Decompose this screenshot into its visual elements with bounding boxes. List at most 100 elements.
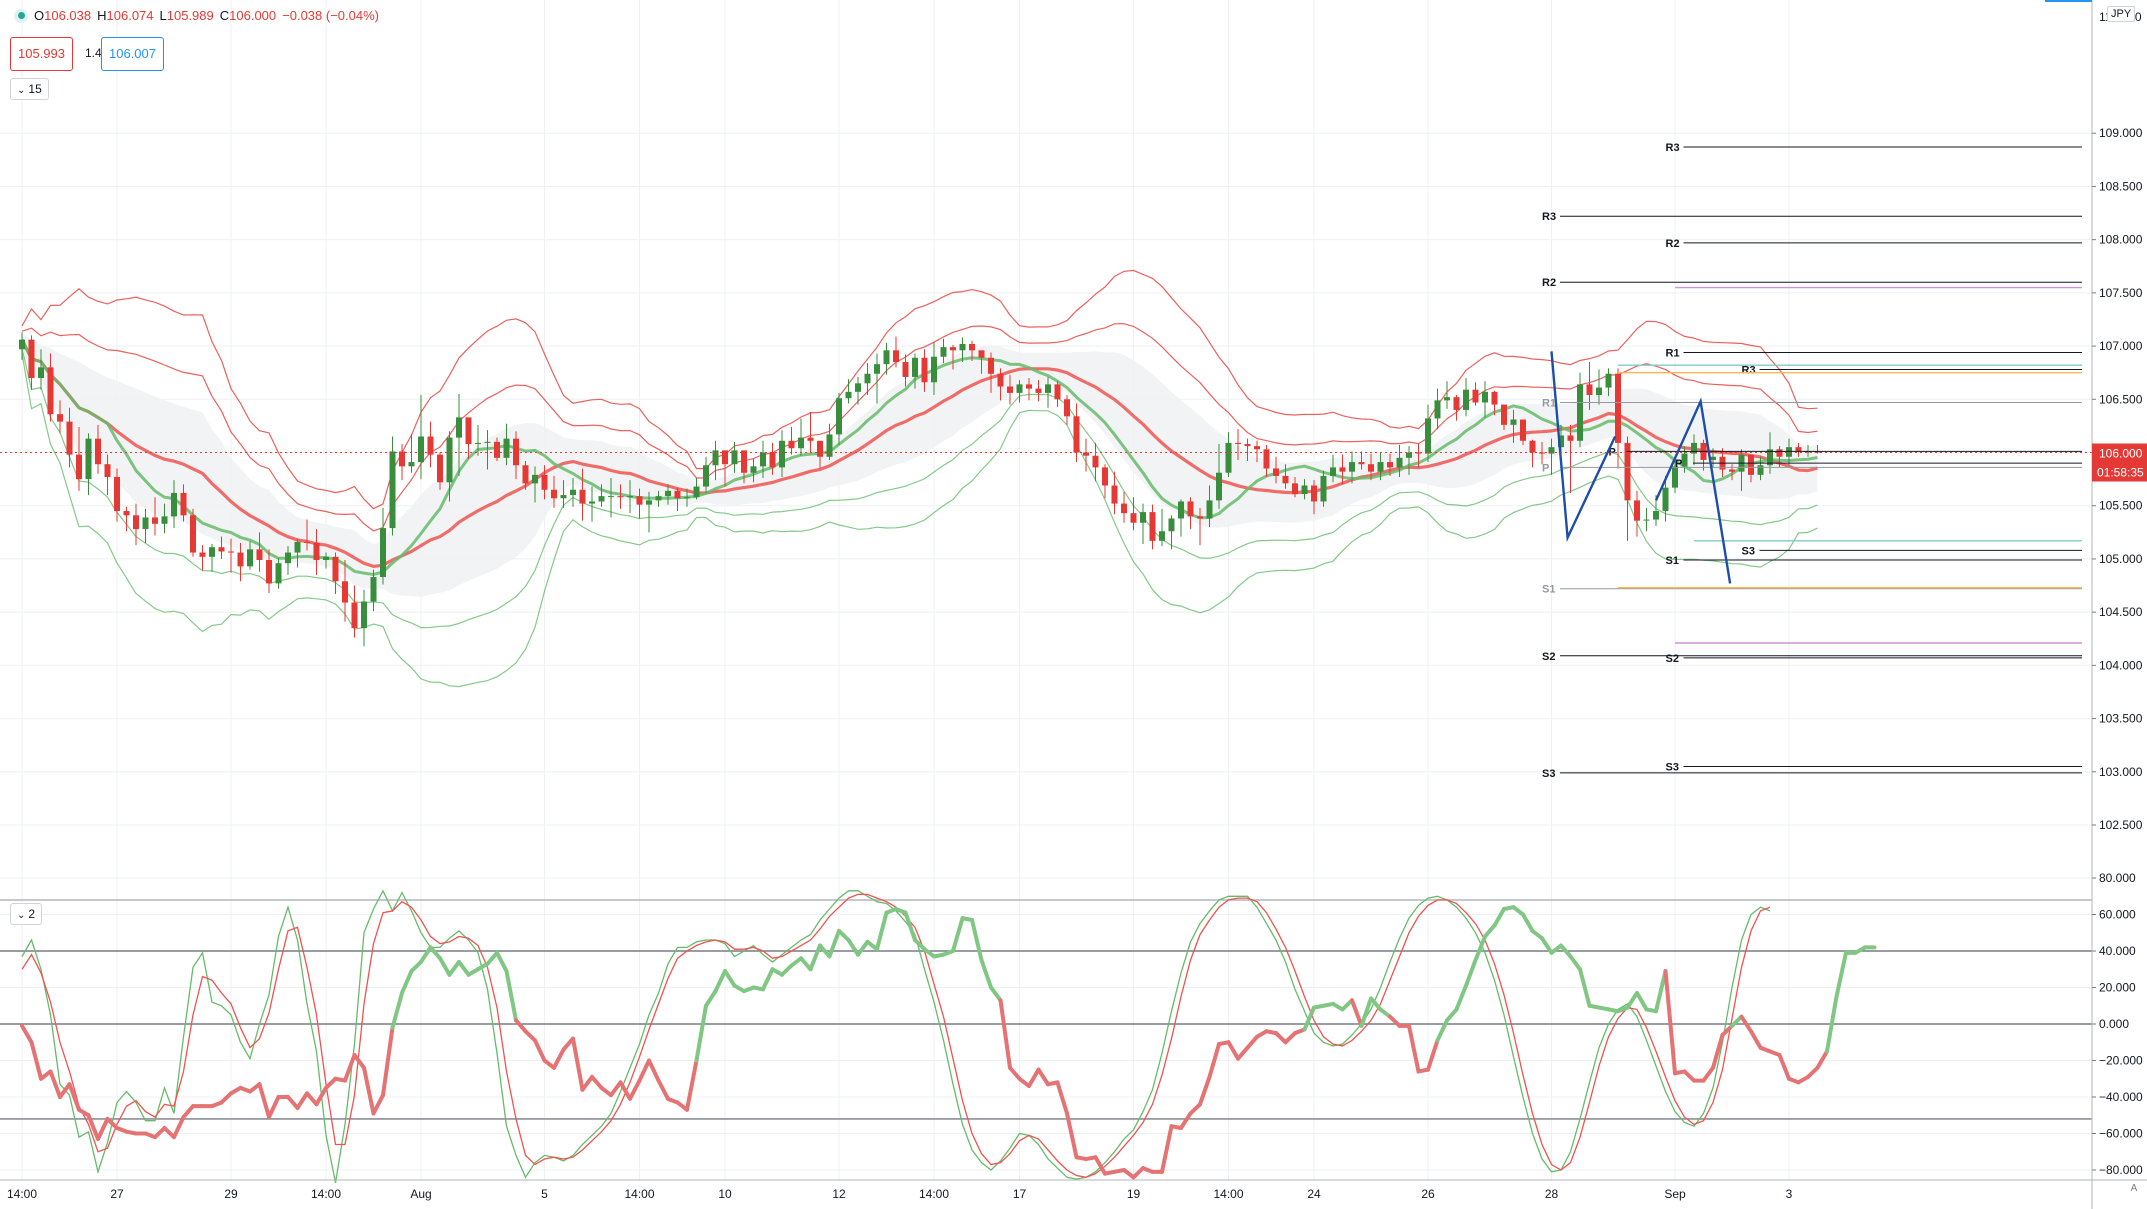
price-axis-label: 104.500 (2099, 605, 2143, 619)
pivot-level-label: S1 (1666, 555, 1679, 567)
candle-body (940, 347, 947, 357)
candle-body (1425, 418, 1431, 454)
price-axis-label: 105.500 (2099, 499, 2143, 513)
candle-body (1301, 485, 1308, 495)
candle-body (1206, 500, 1213, 519)
candle-body (1225, 442, 1232, 473)
candle-body (361, 601, 367, 629)
pivot-level-label: S1 (1542, 584, 1555, 596)
price-axis-label: 105.000 (2099, 552, 2143, 566)
candle-body (1273, 468, 1279, 476)
candle-body (1472, 389, 1479, 403)
candle-body (256, 549, 263, 560)
candle-body (1776, 449, 1783, 457)
candle-body (171, 492, 177, 517)
oscillator-indicators-toggle[interactable]: ⌄ 2 (10, 903, 43, 925)
candle-body (285, 552, 291, 564)
price-axis-label: 107.500 (2099, 286, 2143, 300)
candle-body (1491, 391, 1498, 405)
indicator-count: 15 (28, 82, 42, 96)
time-axis-label: 14:00 (919, 1187, 949, 1201)
low-value: 105.989 (166, 8, 214, 23)
chart-canvas[interactable]: R3R3R2R2R1R1R3PPPS3S1S1S2 S2S3S3109.00010… (0, 0, 2147, 1209)
candle-body (494, 441, 500, 458)
candle-body (1453, 397, 1460, 410)
sell-price-button[interactable]: 105.993 (10, 37, 73, 71)
close-label: C (219, 8, 230, 23)
candle-body (1140, 512, 1146, 523)
candle-body (351, 602, 358, 629)
pivot-level-label: R3 (1666, 142, 1680, 154)
candle-body (1567, 435, 1574, 441)
candle-body (798, 437, 804, 449)
open-label: O (34, 8, 45, 23)
currency-label[interactable]: JPY (2107, 6, 2136, 22)
candle-body (912, 357, 918, 377)
candle-body (152, 517, 158, 524)
candle-body (1596, 387, 1602, 396)
time-axis-label: 10 (718, 1187, 732, 1201)
candle-body (845, 391, 852, 399)
price-axis-label: 109.000 (2099, 126, 2143, 140)
high-value: 106.074 (106, 8, 154, 23)
pivot-level-label: S3 (1542, 768, 1555, 780)
time-axis-label: 24 (1307, 1187, 1321, 1201)
candle-body (969, 343, 975, 351)
candle-body (1130, 513, 1137, 523)
candle-body (1349, 462, 1355, 472)
candle-body (959, 343, 966, 351)
candle-body (1235, 442, 1241, 444)
pivot-level-label: R3 (1542, 211, 1556, 223)
candle-body (446, 437, 453, 483)
countdown-label: 01:58:35 (2097, 466, 2144, 480)
candle-body (1729, 469, 1735, 472)
candle-body (1073, 416, 1080, 453)
candle-body (541, 474, 548, 490)
price-axis-label: 108.000 (2099, 233, 2143, 247)
high-label: H (97, 8, 107, 23)
candle-body (627, 496, 633, 498)
candle-body (114, 476, 120, 512)
candle-body (1510, 419, 1517, 425)
indicators-toggle[interactable]: ⌄ 15 (10, 78, 49, 100)
candle-body (1254, 446, 1260, 450)
candle-body (1520, 419, 1526, 441)
candle-body (123, 511, 130, 516)
candle-body (47, 367, 54, 415)
candle-body (1586, 384, 1593, 396)
time-axis-label: 14:00 (7, 1187, 37, 1201)
candle-body (180, 492, 187, 516)
price-axis-label: 103.000 (2099, 765, 2143, 779)
candle-body (1035, 388, 1042, 393)
oscillator-axis-label: −80.000 (2099, 1163, 2143, 1177)
time-axis-label: 14:00 (311, 1187, 341, 1201)
candle-body (1007, 386, 1013, 393)
pivot-level-label: S2 (1666, 653, 1679, 665)
candle-body (655, 496, 662, 501)
pivot-level-label: P (1675, 458, 1682, 470)
time-axis-label: 27 (110, 1187, 124, 1201)
candle-body (66, 421, 73, 455)
candle-body (1111, 485, 1118, 504)
candle-body (950, 347, 956, 351)
candle-body (836, 398, 842, 435)
candle-body (161, 516, 168, 524)
oscillator-axis-label: 80.000 (2099, 871, 2136, 885)
candle-body (788, 440, 795, 449)
candle-body (560, 495, 567, 499)
candle-body (104, 464, 111, 477)
buy-price-button[interactable]: 106.007 (101, 37, 164, 71)
time-axis-label: 14:00 (1213, 1187, 1243, 1201)
pivot-level-label: R3 (1742, 364, 1756, 376)
candle-body (1662, 487, 1669, 512)
candle-body (380, 528, 386, 578)
pivot-level-label: R2 (1666, 238, 1680, 250)
auto-scale-button[interactable]: A (2125, 1180, 2143, 1198)
low-label: L (159, 8, 167, 23)
candle-body (342, 581, 348, 603)
candle-body (275, 563, 282, 584)
candle-body (465, 417, 472, 444)
candle-body (1501, 404, 1507, 425)
candle-body (76, 454, 82, 480)
candle-body (57, 414, 63, 422)
